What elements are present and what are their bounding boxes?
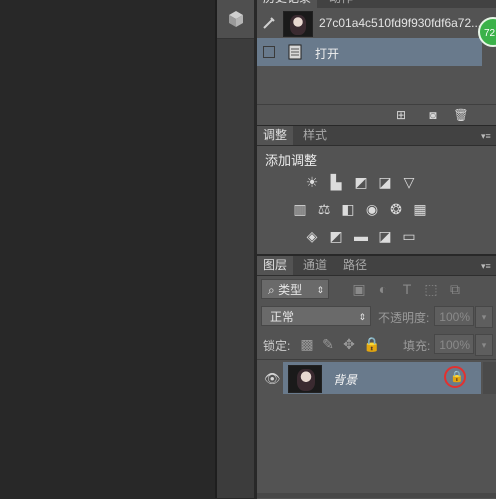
history-snapshot-row[interactable]: 27c01a4c510fd9f930fdf6a72... <box>257 8 496 38</box>
layer-thumbnail[interactable] <box>288 365 322 393</box>
type-layer-filter-icon[interactable]: T <box>399 281 415 297</box>
camera-icon[interactable]: ◙ <box>425 108 441 122</box>
history-panel: 历史记录 动作 27c01a4c510fd9f930fdf6a72... 打开 … <box>257 0 496 125</box>
layer-filter-kind-select[interactable]: ⌕ 类型 ⇕ <box>261 279 329 299</box>
chevron-updown-icon: ⇕ <box>316 285 324 295</box>
layers-list: 👁 背景 🔒 <box>257 359 496 499</box>
history-step-label: 打开 <box>315 47 340 61</box>
tab-layers[interactable]: 图层 <box>257 256 294 275</box>
lock-all-icon[interactable]: 🔒 <box>363 336 380 352</box>
layers-tabs-bar: 图层 通道 路径 ▾≡ <box>257 256 496 276</box>
invert-icon[interactable]: ◈ <box>304 228 320 244</box>
eye-visibility-icon[interactable]: 👁 <box>264 371 281 387</box>
brightness-contrast-icon[interactable]: ☀ <box>304 174 320 190</box>
history-step-checkbox[interactable] <box>263 46 275 58</box>
tab-paths[interactable]: 路径 <box>337 256 373 275</box>
smart-object-filter-icon[interactable]: ⧉ <box>447 281 463 297</box>
blend-mode-select[interactable]: 正常 ⇕ <box>261 306 371 326</box>
opacity-dropdown-button[interactable]: ▾ <box>475 306 493 328</box>
threshold-icon[interactable]: ▬ <box>353 228 369 244</box>
gradient-map-icon[interactable]: ▭ <box>401 228 417 244</box>
fill-label: 填充: <box>403 339 431 353</box>
opacity-label: 不透明度: <box>378 311 430 325</box>
tab-channels[interactable]: 通道 <box>297 256 333 275</box>
new-document-from-state-icon[interactable]: ⊞ <box>393 108 409 122</box>
3d-panel-button[interactable] <box>217 0 254 39</box>
color-lookup-icon[interactable]: ▦ <box>412 201 428 217</box>
levels-icon[interactable]: ▙ <box>328 174 344 190</box>
exposure-icon[interactable]: ◪ <box>377 174 393 190</box>
layer-name[interactable]: 背景 <box>333 371 357 388</box>
tab-history[interactable]: 历史记录 <box>257 0 318 8</box>
layers-panel: 图层 通道 路径 ▾≡ ⌕ 类型 ⇕ ▣ ◐ T ⬚ ⧉ 正常 ⇕ 不透明度: … <box>257 256 496 499</box>
history-footer: ⊞ ◙ 🗑 <box>257 104 496 125</box>
tab-styles[interactable]: 样式 <box>297 126 333 145</box>
adjustment-layer-filter-icon[interactable]: ◐ <box>375 281 391 297</box>
history-brush-source-icon[interactable] <box>262 16 276 30</box>
lock-position-icon[interactable]: ✥ <box>341 336 357 352</box>
search-icon: ⌕ <box>268 283 275 297</box>
adjustments-tabs-bar: 调整 样式 ▾≡ <box>257 126 496 146</box>
hue-saturation-icon[interactable]: ▥ <box>292 201 308 217</box>
tab-actions[interactable]: 动作 <box>323 0 359 8</box>
blend-mode-value: 正常 <box>270 310 295 324</box>
layers-footer <box>257 493 496 498</box>
chevron-updown-icon: ⇕ <box>358 312 366 322</box>
collapsed-panel-strip <box>217 0 254 498</box>
document-icon <box>288 44 302 60</box>
photo-filter-icon[interactable]: ◉ <box>364 201 380 217</box>
filter-kind-value: 类型 <box>278 283 303 297</box>
lock-image-pixels-icon[interactable]: ✎ <box>320 336 336 352</box>
layer-lock-icon[interactable]: 🔒 <box>450 370 464 383</box>
color-balance-icon[interactable]: ⚖ <box>316 201 332 217</box>
layers-scrollbar[interactable] <box>483 362 496 394</box>
layer-row-background[interactable]: 👁 背景 🔒 <box>257 362 481 394</box>
snapshot-thumbnail <box>283 11 313 37</box>
pixel-layer-filter-icon[interactable]: ▣ <box>351 281 367 297</box>
3d-cube-icon <box>229 11 243 27</box>
posterize-icon[interactable]: ◩ <box>328 228 344 244</box>
vibrance-icon[interactable]: ▽ <box>401 174 417 190</box>
history-step-row[interactable]: 打开 <box>257 38 482 66</box>
trash-icon[interactable]: 🗑 <box>453 108 469 122</box>
curves-icon[interactable]: ◩ <box>353 174 369 190</box>
panel-menu-icon[interactable]: ▾≡ <box>481 131 493 141</box>
shape-layer-filter-icon[interactable]: ⬚ <box>423 281 439 297</box>
black-white-icon[interactable]: ◧ <box>340 201 356 217</box>
document-canvas-area[interactable] <box>0 0 215 498</box>
history-tabs-bar: 历史记录 动作 <box>257 0 496 8</box>
fill-input[interactable]: 100% <box>434 334 474 354</box>
snapshot-name: 27c01a4c510fd9f930fdf6a72... <box>319 16 482 30</box>
lock-label: 锁定: <box>263 339 291 353</box>
adjustments-panel: 调整 样式 ▾≡ 添加调整 ☀ ▙ ◩ ◪ ▽ ▥ ⚖ ◧ ◉ ❂ ▦ ◈ ◩ … <box>257 126 496 254</box>
add-adjustment-heading: 添加调整 <box>265 153 318 168</box>
tab-adjustments[interactable]: 调整 <box>257 126 294 145</box>
lock-transparent-pixels-icon[interactable]: ▩ <box>299 336 315 352</box>
channel-mixer-icon[interactable]: ❂ <box>388 201 404 217</box>
fill-dropdown-button[interactable]: ▾ <box>475 334 493 356</box>
selective-color-icon[interactable]: ◪ <box>377 228 393 244</box>
panel-menu-icon[interactable]: ▾≡ <box>481 261 493 271</box>
opacity-input[interactable]: 100% <box>434 306 474 326</box>
